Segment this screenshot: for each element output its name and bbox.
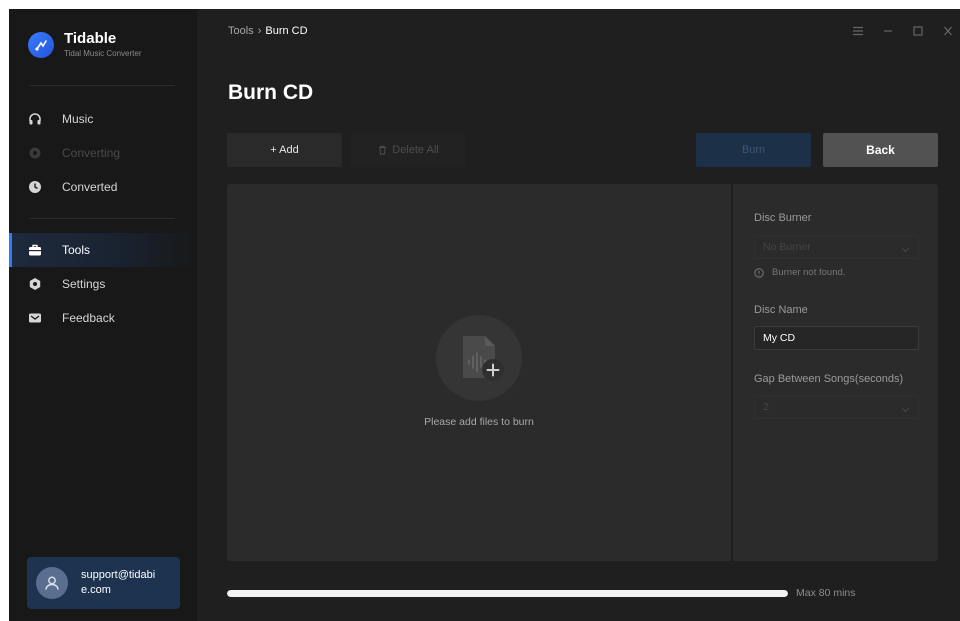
add-audio-file-icon[interactable] [436,315,522,401]
sidebar-item-label: Converting [62,146,121,160]
burn-settings-panel: Disc Burner No Burner Burner not found. … [732,184,938,561]
delete-all-button[interactable]: Delete All [351,133,466,167]
sidebar: Tidable Tidal Music Converter Music Conv… [9,9,197,621]
sidebar-divider [29,85,175,86]
burn-button-label: Burn [741,144,766,156]
chevron-down-icon [901,244,910,256]
trash-icon [378,145,387,155]
gear-icon [28,277,42,291]
menu-icon[interactable] [845,23,871,39]
breadcrumb-separator: › [257,25,262,37]
app-logo-icon [28,31,54,58]
app-subtitle: Tidal Music Converter [64,49,142,58]
converting-icon [28,146,42,160]
sidebar-item-label: Music [62,112,94,126]
brand: Tidable Tidal Music Converter [28,30,142,59]
avatar [36,567,68,599]
add-button[interactable]: + Add [227,133,342,167]
gap-label: Gap Between Songs(seconds) [754,373,904,385]
account-card[interactable]: support@tidabie.com [27,557,180,609]
user-icon [45,576,59,590]
gap-value: 2 [763,401,769,413]
account-email: support@tidabie.com [81,569,156,596]
disc-name-input[interactable]: My CD [754,326,919,350]
app-name: Tidable [64,30,117,47]
chevron-down-icon [901,404,910,416]
toolbox-icon [28,243,42,257]
file-drop-zone[interactable]: Please add files to burn [227,184,731,561]
back-button[interactable]: Back [823,133,938,167]
page-title: Burn CD [228,81,314,104]
disc-name-value: My CD [763,332,796,344]
burn-button[interactable]: Burn [696,133,811,167]
disc-burner-value: No Burner [763,241,811,253]
capacity-label: Max 80 mins [796,587,856,599]
delete-all-label: Delete All [392,144,439,156]
disc-name-label: Disc Name [754,304,808,316]
sidebar-item-label: Feedback [62,311,115,325]
sidebar-item-music[interactable]: Music [9,102,197,136]
sidebar-item-converted[interactable]: Converted [9,170,197,204]
drop-zone-message: Please add files to burn [424,416,534,428]
gap-select[interactable]: 2 [754,395,919,419]
disc-burner-select[interactable]: No Burner [754,235,919,259]
mail-icon [28,311,42,325]
sidebar-item-label: Settings [62,277,106,291]
app-window: Tidable Tidal Music Converter Music Conv… [9,9,960,621]
window-controls [845,23,960,39]
breadcrumb: Tools › Burn CD [228,25,308,37]
clock-icon [28,180,42,194]
sidebar-item-label: Tools [62,243,91,257]
capacity-bar [227,590,788,597]
sidebar-item-converting[interactable]: Converting [9,136,197,170]
maximize-icon[interactable] [905,23,931,39]
sidebar-item-settings[interactable]: Settings [9,267,197,301]
add-button-label: + Add [270,144,299,156]
capacity-fill [227,590,788,597]
headphones-icon [28,112,42,126]
info-icon [754,267,764,278]
minimize-icon[interactable] [875,23,901,39]
sidebar-item-label: Converted [62,180,118,194]
disc-burner-label: Disc Burner [754,212,812,224]
burner-warning-text: Burner not found. [772,267,846,278]
sidebar-item-tools[interactable]: Tools [9,233,197,267]
back-button-label: Back [866,143,895,157]
breadcrumb-parent[interactable]: Tools [228,25,254,37]
sidebar-divider [29,218,175,219]
close-icon[interactable] [935,23,960,39]
burner-warning: Burner not found. [754,267,845,278]
sidebar-item-feedback[interactable]: Feedback [9,301,197,335]
breadcrumb-current: Burn CD [265,25,308,37]
